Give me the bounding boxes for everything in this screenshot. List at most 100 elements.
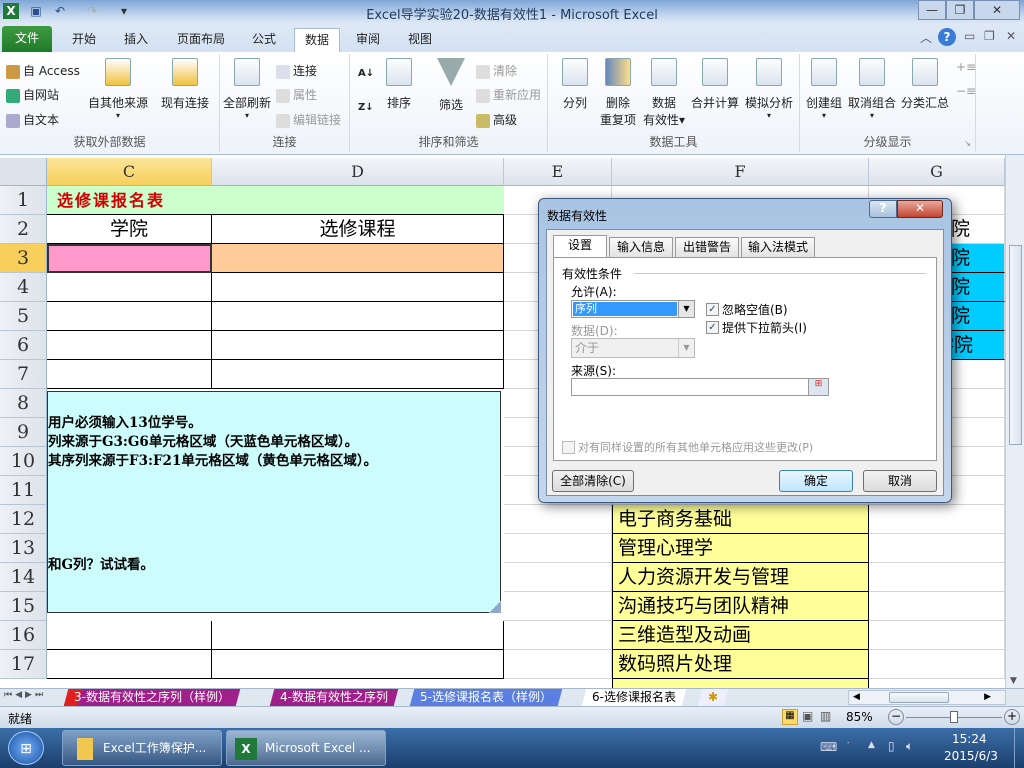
zoom-in-button[interactable]: + (1004, 709, 1020, 725)
row-header-2[interactable]: 2 (0, 215, 47, 244)
help-button[interactable]: ? (869, 200, 897, 218)
doc-close-icon[interactable]: ✕ (1006, 29, 1016, 43)
cell[interactable] (869, 592, 1005, 621)
header-course-cell[interactable]: 选修课程 (212, 215, 504, 244)
scroll-left-icon[interactable]: ◀ (853, 692, 860, 702)
row-header-7[interactable]: 7 (0, 360, 47, 389)
scroll-thumb[interactable] (1009, 245, 1022, 445)
entry-cell[interactable] (212, 331, 504, 360)
scroll-down-icon[interactable]: ▼ (1010, 676, 1017, 686)
from-access-button[interactable]: 自 Access (6, 62, 80, 79)
sheet-tab-6-active[interactable]: 6-选修课报名表 (581, 689, 687, 706)
dialog-close-button[interactable]: ✕ (897, 200, 943, 218)
page-layout-view-icon[interactable]: ▣ (802, 709, 813, 723)
cell[interactable] (869, 650, 1005, 679)
cell[interactable] (504, 621, 612, 650)
tab-formulas[interactable]: 公式 (244, 28, 284, 52)
row-header-14[interactable]: 14 (0, 563, 47, 592)
cell[interactable] (504, 534, 612, 563)
zoom-slider[interactable] (906, 711, 1002, 723)
subtotal-button[interactable]: 分类汇总 (900, 58, 950, 111)
tab-error-alert[interactable]: 出错警告 (675, 237, 739, 257)
ungroup-button[interactable]: 取消组合 ▾ (846, 58, 898, 120)
refresh-all-button[interactable]: 全部刷新 ▾ (222, 58, 272, 120)
network-icon[interactable]: ▯ (888, 739, 895, 753)
dropdown-checkbox[interactable]: ✓ (706, 321, 719, 334)
row-header-16[interactable]: 16 (0, 621, 47, 650)
what-if-analysis-button[interactable]: 模拟分析 ▾ (744, 58, 794, 120)
cell-d3[interactable] (212, 244, 504, 273)
entry-cell[interactable] (212, 302, 504, 331)
row-header-12[interactable]: 12 (0, 505, 47, 534)
existing-connections-button[interactable]: 现有连接 (160, 58, 210, 111)
row-header-11[interactable]: 11 (0, 476, 47, 505)
cell[interactable] (869, 505, 1005, 534)
clock-time[interactable]: 15:24 (952, 732, 987, 746)
doc-minimize-icon[interactable]: ▭ (964, 29, 975, 43)
cancel-button[interactable]: 取消 (863, 470, 937, 492)
clear-filter-button[interactable]: 清除 (476, 62, 517, 79)
entry-cell[interactable] (47, 650, 212, 679)
show-desktop-button[interactable] (1014, 728, 1024, 768)
connections-button[interactable]: 连接 (276, 62, 317, 79)
range-select-icon[interactable]: ⊞ (808, 379, 828, 395)
row-header-4[interactable]: 4 (0, 273, 47, 302)
row-header-1[interactable]: 1 (0, 186, 47, 215)
select-all-button[interactable] (0, 158, 47, 186)
tab-ime-mode[interactable]: 输入法模式 (741, 237, 815, 257)
from-text-button[interactable]: 自文本 (6, 111, 59, 128)
from-web-button[interactable]: 自网站 (6, 86, 59, 103)
h-scroll-thumb[interactable] (889, 692, 949, 703)
entry-cell[interactable] (212, 621, 504, 650)
advanced-filter-button[interactable]: 高级 (476, 111, 517, 128)
help-icon[interactable]: ? (938, 28, 956, 46)
row-header-17[interactable]: 17 (0, 650, 47, 679)
zoom-out-button[interactable]: − (888, 709, 904, 725)
instruction-note-box[interactable]: 用户必须输入13位学号。 列来源于G3:G6单元格区域（天蓝色单元格区域）。 其… (47, 391, 501, 613)
course-list-cell[interactable]: 人力资源开发与管理 (612, 563, 869, 592)
horizontal-scrollbar[interactable]: ◀ ▶ (848, 690, 1006, 705)
data-validation-button[interactable]: 数据 有效性▾ (642, 58, 686, 128)
source-input[interactable]: ⊞ (571, 378, 829, 396)
clear-all-button[interactable]: 全部清除(C) (552, 470, 634, 492)
row-header-6[interactable]: 6 (0, 331, 47, 360)
ok-button[interactable]: 确定 (779, 470, 853, 492)
apply-all-checkbox[interactable] (562, 441, 575, 454)
cell[interactable] (504, 563, 612, 592)
ribbon-collapse-icon[interactable]: ︿ (920, 29, 932, 46)
row-header-15[interactable]: 15 (0, 592, 47, 621)
column-header-g[interactable]: G (869, 158, 1005, 186)
entry-cell[interactable] (212, 360, 504, 389)
entry-cell[interactable] (47, 621, 212, 650)
tab-settings[interactable]: 设置 (553, 235, 607, 257)
row-header-8[interactable]: 8 (0, 389, 47, 418)
tab-input-message[interactable]: 输入信息 (609, 237, 673, 257)
row-header-9[interactable]: 9 (0, 418, 47, 447)
course-list-cell[interactable]: 电子商务基础 (612, 505, 869, 534)
sort-desc-icon[interactable]: Z↓ (358, 102, 374, 113)
row-header-5[interactable]: 5 (0, 302, 47, 331)
ignore-blank-checkbox[interactable]: ✓ (706, 303, 719, 316)
show-hidden-icons[interactable]: ▲ (868, 740, 875, 750)
edit-links-button[interactable]: 编辑链接 (276, 111, 341, 128)
cell[interactable] (504, 505, 612, 534)
text-to-columns-button[interactable]: 分列 (558, 58, 592, 111)
column-header-f[interactable]: F (612, 158, 869, 186)
column-header-d[interactable]: D (212, 158, 504, 186)
reapply-button[interactable]: 重新应用 (476, 86, 541, 103)
data-select[interactable]: 介于 ▼ (571, 338, 695, 358)
sort-button[interactable]: 排序 (384, 58, 414, 111)
group-button[interactable]: 创建组 ▾ (804, 58, 844, 120)
tab-view[interactable]: 视图 (398, 28, 442, 52)
close-button[interactable]: ✕ (974, 0, 1020, 20)
row-header-10[interactable]: 10 (0, 447, 47, 476)
ime-icon[interactable]: ㆍ (844, 736, 852, 749)
insert-sheet-icon[interactable]: ✱ (697, 689, 729, 706)
entry-cell[interactable] (212, 273, 504, 302)
entry-cell[interactable] (47, 331, 212, 360)
sheet-tab-5[interactable]: 5-选修课报名表（样例） (409, 689, 563, 706)
entry-cell[interactable] (47, 302, 212, 331)
zoom-level[interactable]: 85% (846, 710, 873, 724)
course-list-cell[interactable]: 三维造型及动画 (612, 621, 869, 650)
chevron-down-icon[interactable]: ▼ (678, 301, 694, 317)
